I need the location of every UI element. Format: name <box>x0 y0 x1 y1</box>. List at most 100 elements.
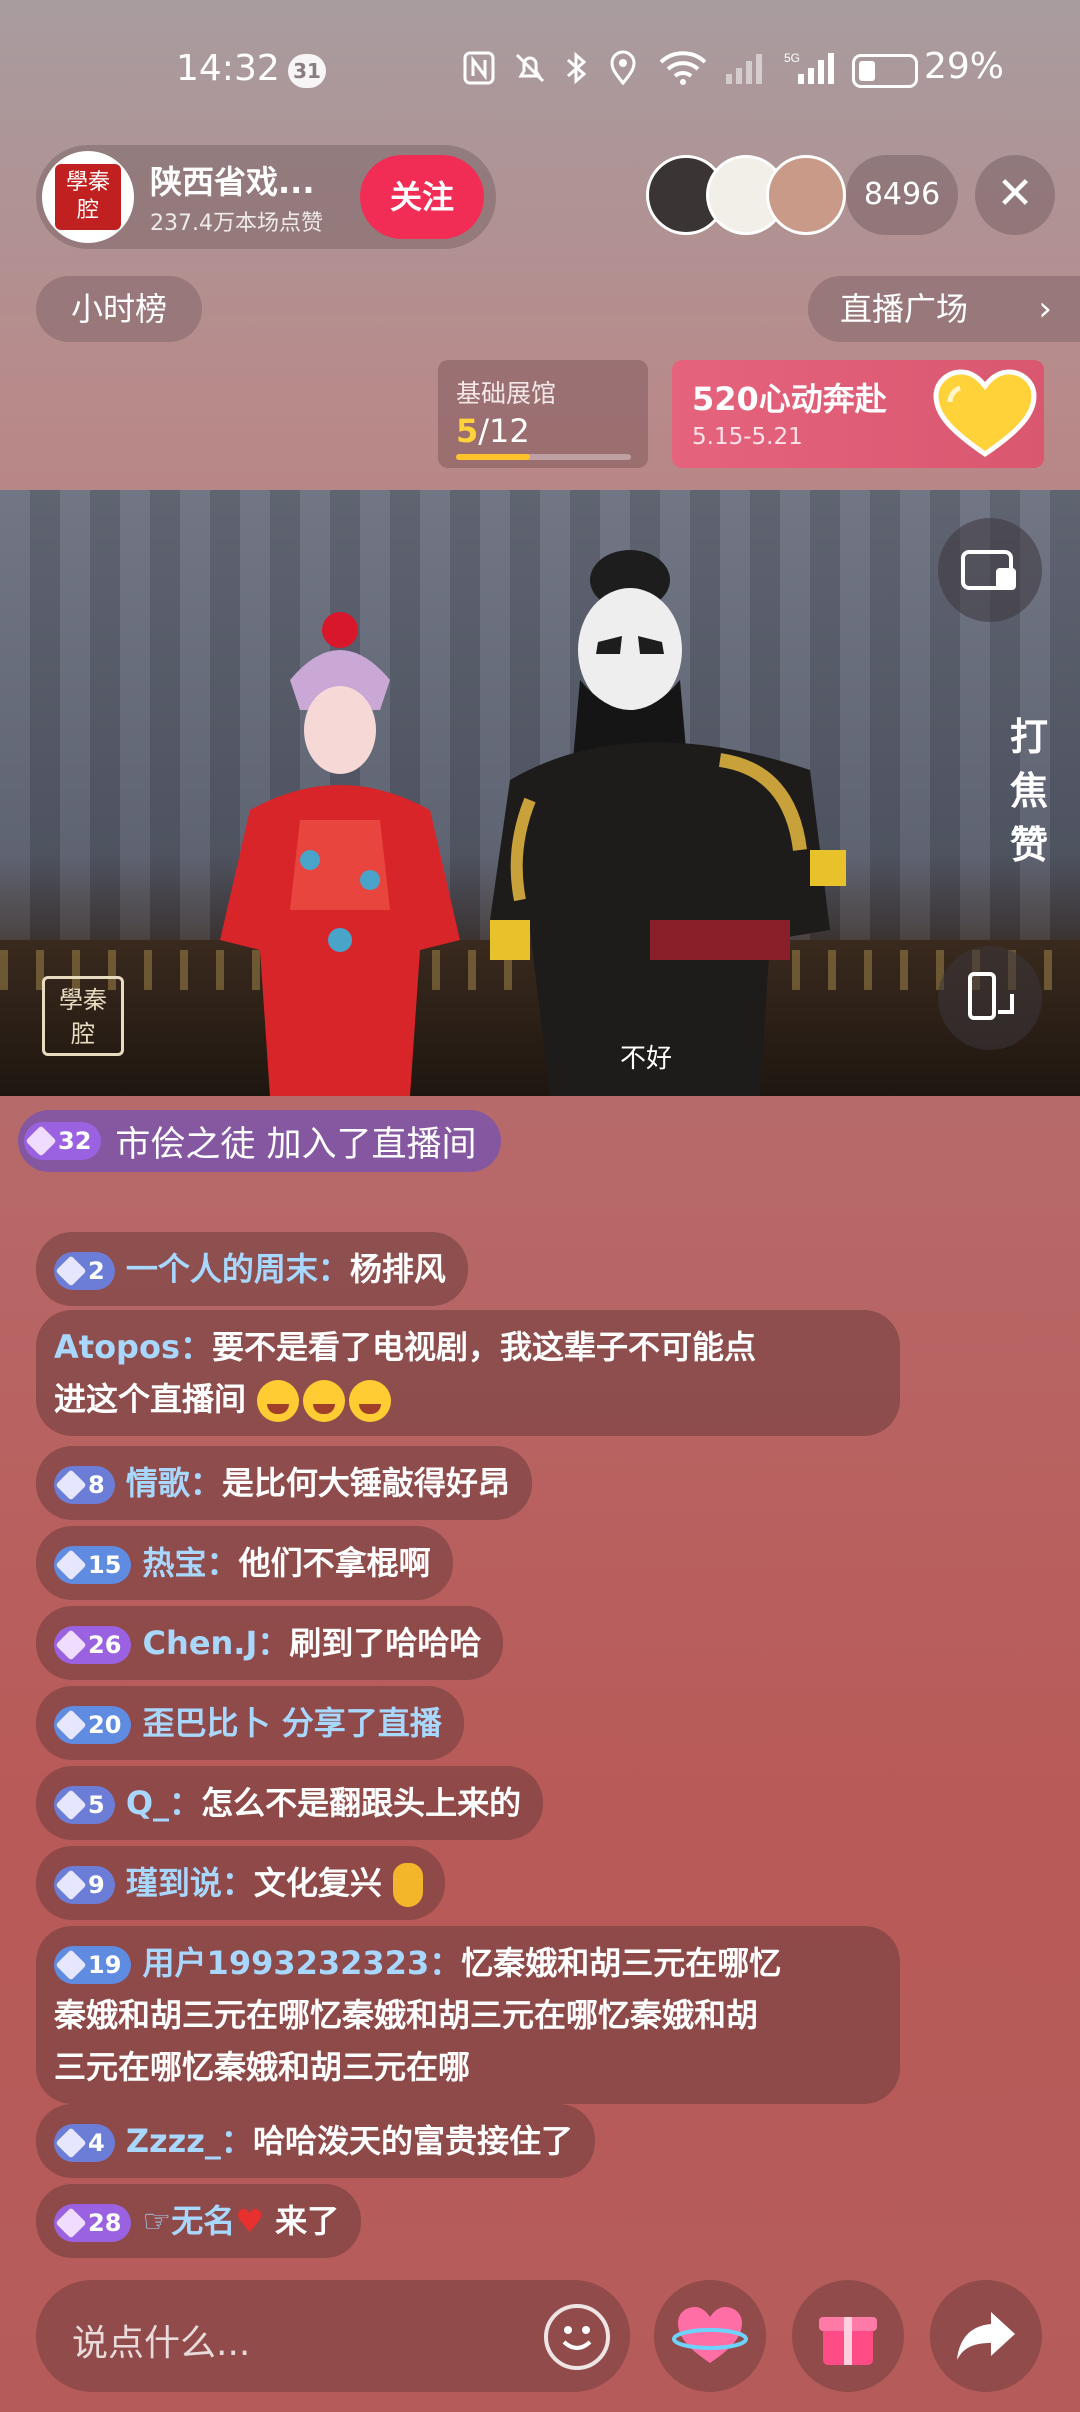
video-subtitle: 不好 <box>620 1044 673 1074</box>
chat-username[interactable]: 歪巴比卜 分享了直播 <box>143 1704 442 1742</box>
like-heart-button[interactable] <box>654 2280 766 2392</box>
join-text: 市侩之徒 加入了直播间 <box>115 1124 477 1165</box>
battery-icon <box>852 54 918 88</box>
chat-message[interactable]: 28 ☞无名♥ 来了 <box>36 2184 362 2258</box>
location-icon <box>608 50 638 95</box>
comment-placeholder: 说点什么... <box>72 2323 251 2364</box>
chat-username[interactable]: 热宝： <box>143 1544 239 1582</box>
planet-heart-icon <box>672 2307 748 2363</box>
status-bar: 14:32 31 5G 29% <box>0 40 1080 100</box>
gem-icon <box>55 1789 87 1821</box>
nfc-icon <box>462 50 496 95</box>
chat-username[interactable]: 用户1993232323： <box>143 1944 462 1982</box>
user-level-badge: 8 <box>54 1466 115 1504</box>
exhibit-progress-card[interactable]: 基础展馆 5/12 <box>438 360 648 468</box>
performer-male <box>490 550 846 1096</box>
gem-icon <box>55 1949 87 1981</box>
chat-username[interactable]: ☞无名 <box>143 2202 236 2240</box>
bluetooth-icon <box>564 50 588 95</box>
5g-signal-icon: 5G <box>784 50 836 95</box>
viewer-avatar[interactable] <box>766 155 846 235</box>
host-name: 陕西省戏... <box>150 163 315 201</box>
laughing-emoji-icon <box>303 1380 346 1422</box>
join-banner: 32 市侩之徒 加入了直播间 <box>18 1110 501 1172</box>
user-level-badge: 9 <box>54 1866 115 1904</box>
heart-emoji-icon: ♥ <box>235 2202 264 2240</box>
exhibit-progress-bar <box>456 454 631 460</box>
share-arrow-icon <box>957 2312 1015 2360</box>
live-plaza-label: 直播广场 <box>840 290 969 328</box>
wifi-icon <box>658 50 708 95</box>
live-plaza-button[interactable]: 直播广场 › <box>808 276 1080 342</box>
svg-text:5G: 5G <box>784 51 800 65</box>
gold-heart-icon <box>933 369 1037 458</box>
user-level-badge: 5 <box>54 1786 115 1824</box>
chat-content: 忆秦娥和胡三元在哪忆 <box>461 1944 782 1982</box>
live-video[interactable]: 打焦赞 學秦腔 不好 <box>0 490 1080 1096</box>
gem-icon <box>55 2207 87 2239</box>
laughing-emoji-icon <box>257 1380 300 1422</box>
chat-username[interactable]: 一个人的周末： <box>126 1250 350 1288</box>
signal-icon <box>722 50 766 95</box>
chat-username[interactable]: Chen.J： <box>143 1624 290 1662</box>
chat-content: 要不是看了电视剧，我这辈子不可能点 <box>212 1328 757 1366</box>
chat-message[interactable]: 19 用户1993232323：忆秦娥和胡三元在哪忆 秦娥和胡三元在哪忆秦娥和胡… <box>36 1926 900 2104</box>
chat-message[interactable]: 20 歪巴比卜 分享了直播 <box>36 1686 464 1760</box>
video-watermark: 學秦腔 <box>42 976 124 1056</box>
host-avatar[interactable]: 學秦腔 <box>42 151 134 243</box>
notification-count-badge: 31 <box>288 54 326 88</box>
chat-message[interactable]: 4 Zzzz_：哈哈泼天的富贵接住了 <box>36 2104 595 2178</box>
hour-rank-button[interactable]: 小时榜 <box>36 276 202 342</box>
battery-percent: 29% <box>924 46 1005 87</box>
chat-message[interactable]: 2 一个人的周末：杨排风 <box>36 1232 468 1306</box>
user-level-badge: 28 <box>54 2204 132 2242</box>
chat-content: 他们不拿棍啊 <box>238 1544 431 1582</box>
user-level-badge: 15 <box>54 1546 132 1584</box>
emoji-icon[interactable] <box>544 2304 610 2370</box>
status-time: 14:32 <box>176 48 280 89</box>
promo-banner[interactable]: 520心动奔赴 5.15-5.21 <box>672 360 1044 468</box>
chat-message[interactable]: Atopos：要不是看了电视剧，我这辈子不可能点 进这个直播间 <box>36 1310 900 1436</box>
rotate-screen-icon[interactable] <box>938 946 1042 1050</box>
chat-content: 秦娥和胡三元在哪忆秦娥和胡三元在哪忆秦娥和胡 <box>54 1996 759 2034</box>
chat-content: 文化复兴 <box>253 1864 382 1902</box>
comment-input[interactable]: 说点什么... <box>36 2280 630 2392</box>
chat-content: 三元在哪忆秦娥和胡三元在哪 <box>54 2048 471 2086</box>
chat-username[interactable]: Atopos： <box>54 1328 212 1366</box>
mute-icon <box>512 50 548 95</box>
promo-dates: 5.15-5.21 <box>692 424 803 450</box>
host-avatar-logo: 學秦腔 <box>55 164 121 230</box>
chat-message[interactable]: 5 Q_：怎么不是翻跟头上来的 <box>36 1766 544 1840</box>
chat-username[interactable]: 情歌： <box>126 1464 222 1502</box>
chat-content: 哈哈泼天的富贵接住了 <box>252 2122 573 2160</box>
user-level-badge: 19 <box>54 1946 132 1984</box>
gem-icon <box>55 1869 87 1901</box>
chat-content: 杨排风 <box>349 1250 446 1288</box>
gourd-emoji-icon <box>393 1863 424 1907</box>
picture-in-picture-icon[interactable] <box>938 518 1042 622</box>
user-level-badge: 4 <box>54 2124 115 2162</box>
user-level-badge: 26 <box>54 1626 132 1664</box>
chevron-right-icon: › <box>1038 289 1052 329</box>
gift-icon <box>819 2317 877 2365</box>
exhibit-progress: 5/12 <box>456 412 530 450</box>
chat-message[interactable]: 8 情歌：是比何大锤敲得好昂 <box>36 1446 532 1520</box>
close-icon[interactable]: ✕ <box>975 155 1055 235</box>
chat-username[interactable]: Q_： <box>126 1784 201 1822</box>
chat-message[interactable]: 26 Chen.J：刷到了哈哈哈 <box>36 1606 504 1680</box>
follow-button[interactable]: 关注 <box>360 155 484 239</box>
viewer-count[interactable]: 8496 <box>846 155 958 235</box>
chat-content: 进这个直播间 <box>54 1380 247 1418</box>
gem-icon <box>55 1549 87 1581</box>
exhibit-title: 基础展馆 <box>456 379 557 408</box>
chat-username[interactable]: 瑾到说： <box>126 1864 254 1902</box>
host-info[interactable]: 學秦腔 陕西省戏... 237.4万本场点赞 关注 <box>36 145 496 249</box>
promo-title: 520心动奔赴 <box>692 380 887 418</box>
gift-button[interactable] <box>792 2280 904 2392</box>
chat-username[interactable]: Zzzz_： <box>126 2122 253 2160</box>
share-button[interactable] <box>930 2280 1042 2392</box>
chat-message[interactable]: 15 热宝：他们不拿棍啊 <box>36 1526 453 1600</box>
gem-icon <box>55 1709 87 1741</box>
gem-icon <box>55 2127 87 2159</box>
chat-message[interactable]: 9 瑾到说：文化复兴 <box>36 1846 446 1920</box>
